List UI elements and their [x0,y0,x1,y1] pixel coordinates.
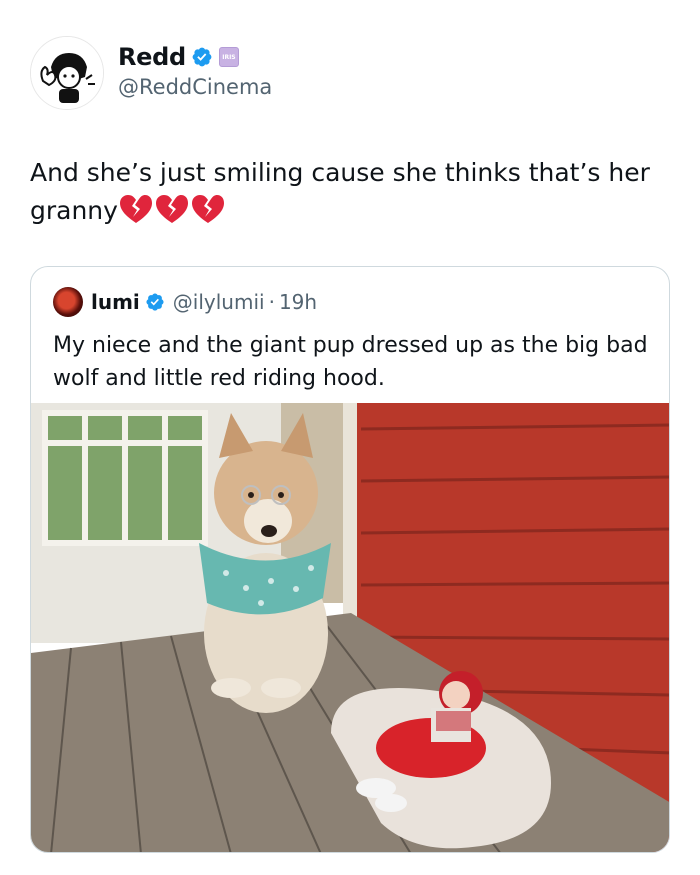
affiliate-badge-icon[interactable]: IRIS [218,47,239,67]
quoted-handle[interactable]: @ilylumii [173,290,265,314]
emoji-group [118,193,226,225]
broken-heart-icon [119,195,152,223]
verified-check-icon [192,47,212,67]
quoted-photo[interactable] [31,403,670,853]
quoted-header: lumi @ilylumii · 19h [53,287,317,317]
quoted-tweet[interactable]: lumi @ilylumii · 19h My niece and the gi… [30,266,670,853]
quoted-timestamp[interactable]: 19h [279,290,317,314]
author-handle[interactable]: @ReddCinema [118,75,272,99]
author-avatar[interactable] [30,36,104,110]
author-display-name[interactable]: Redd [118,43,186,71]
broken-heart-icon [155,195,188,223]
quoted-avatar[interactable] [53,287,83,317]
broken-heart-icon [191,195,224,223]
tweet-header: Redd IRIS @ReddCinema [30,36,272,110]
quoted-display-name[interactable]: lumi [91,290,140,314]
verified-check-icon [146,293,164,311]
quoted-text: My niece and the giant pup dressed up as… [53,333,648,391]
quoted-separator: · [268,290,275,314]
tweet-body: And she’s just smiling cause she thinks … [30,154,680,230]
